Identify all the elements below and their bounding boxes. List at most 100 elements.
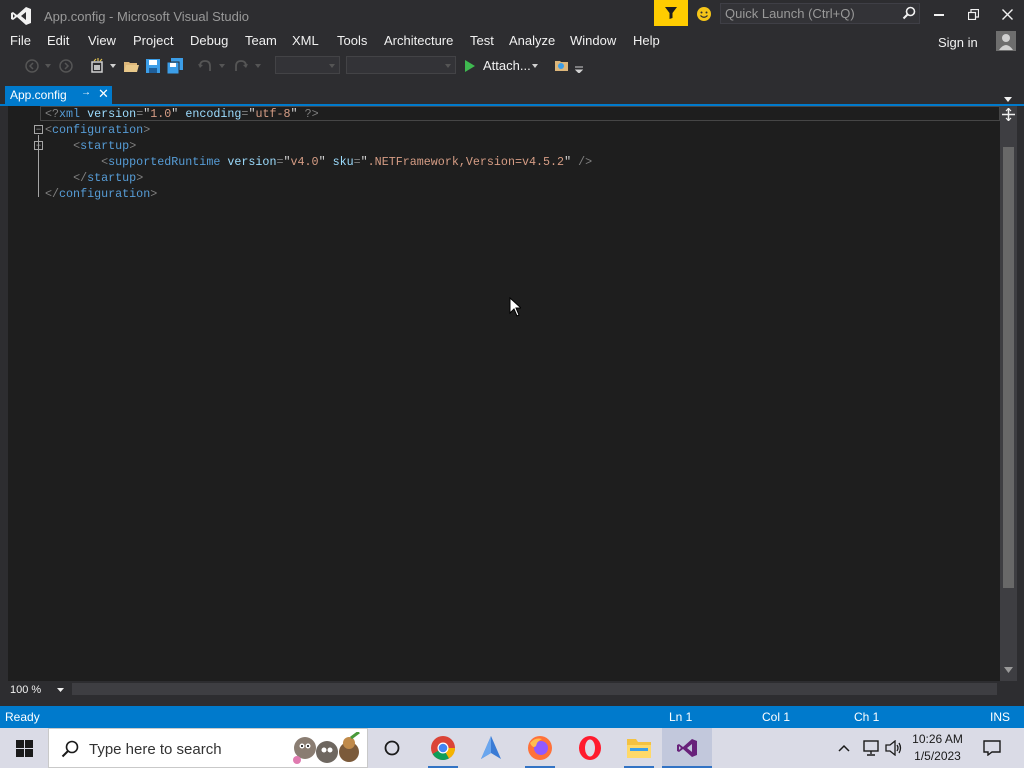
quick-launch-input[interactable] (721, 4, 899, 23)
code-token: ?> (304, 107, 319, 121)
menu-edit[interactable]: Edit (47, 33, 69, 48)
save-all-button[interactable] (166, 57, 184, 75)
menu-window[interactable]: Window (570, 33, 616, 48)
menu-view[interactable]: View (88, 33, 116, 48)
code-token: < (45, 123, 53, 137)
tab-app-config[interactable]: App.config → ✕ (5, 86, 112, 105)
volume-button[interactable] (883, 734, 905, 762)
pin-tab-icon[interactable]: → (81, 87, 91, 98)
sign-in-link[interactable]: Sign in (938, 35, 978, 50)
restore-button[interactable] (956, 0, 990, 28)
clock-date: 1/5/2023 (914, 749, 961, 763)
redo-dropdown[interactable] (253, 57, 263, 75)
menu-help[interactable]: Help (633, 33, 660, 48)
solution-configuration-select[interactable] (275, 56, 340, 74)
code-line: <configuration> (45, 122, 592, 138)
menu-xml[interactable]: XML (292, 33, 319, 48)
redo-button[interactable] (232, 57, 250, 75)
undo-button[interactable] (196, 57, 214, 75)
action-center-button[interactable] (979, 734, 1005, 762)
navigate-forward-button[interactable] (58, 57, 74, 75)
status-char: Ch 1 (854, 710, 880, 724)
network-status-button[interactable] (860, 734, 882, 762)
dropdown-arrow-icon (1004, 97, 1012, 102)
navigate-back-button[interactable] (24, 57, 40, 75)
taskbar-file-explorer[interactable] (624, 734, 654, 768)
taskbar-app-blue[interactable] (476, 734, 506, 762)
menu-team[interactable]: Team (245, 33, 277, 48)
back-dropdown[interactable] (43, 57, 53, 75)
task-view-button[interactable] (377, 734, 407, 762)
code-token: " (360, 155, 368, 169)
restore-icon (967, 8, 979, 20)
find-in-files-button[interactable] (553, 57, 571, 75)
toolbar-overflow-button[interactable] (574, 60, 584, 78)
code-token: v4.0 (290, 155, 319, 169)
code-token: sku (332, 155, 354, 169)
undo-dropdown[interactable] (217, 57, 227, 75)
menu-project[interactable]: Project (133, 33, 173, 48)
taskbar-opera[interactable] (575, 734, 605, 762)
menu-tools[interactable]: Tools (337, 33, 367, 48)
vertical-scroll-thumb[interactable] (1003, 147, 1014, 588)
tab-list-dropdown[interactable] (1004, 90, 1012, 105)
save-button[interactable] (144, 57, 162, 75)
notifications-filter-button[interactable] (654, 0, 688, 26)
menu-file[interactable]: File (10, 33, 31, 48)
menu-test[interactable]: Test (470, 33, 494, 48)
smiley-icon (697, 7, 711, 21)
document-tab-strip: App.config → ✕ (0, 86, 1024, 106)
collapse-configuration-icon[interactable]: − (34, 125, 43, 134)
new-project-button[interactable] (88, 57, 106, 75)
taskbar-search-box[interactable]: Type here to search (48, 728, 368, 768)
send-feedback-button[interactable] (694, 4, 714, 24)
status-line: Ln 1 (669, 710, 693, 724)
window-title: App.config - Microsoft Visual Studio (44, 9, 249, 24)
collapse-startup-icon[interactable]: − (34, 141, 43, 150)
horizontal-scrollbar[interactable] (72, 683, 997, 695)
taskbar-visual-studio[interactable] (662, 728, 712, 768)
start-debugging-button[interactable] (463, 57, 477, 75)
attach-button-label[interactable]: Attach... (483, 58, 531, 73)
solution-platform-select[interactable] (346, 56, 456, 74)
menu-analyze[interactable]: Analyze (509, 33, 555, 48)
status-insert-mode: INS (990, 710, 1011, 724)
start-button[interactable] (9, 734, 39, 762)
menu-architecture[interactable]: Architecture (384, 33, 453, 48)
code-token: <? (45, 107, 60, 121)
account-icon[interactable] (996, 31, 1016, 51)
quick-launch-box[interactable] (720, 3, 920, 24)
visual-studio-window: App.config - Microsoft Visual Studio Fil… (0, 0, 1024, 768)
code-token: configuration (59, 187, 151, 201)
visual-studio-logo-icon[interactable] (10, 6, 32, 26)
code-token: supportedRuntime (108, 155, 221, 169)
taskbar-firefox[interactable] (525, 734, 555, 768)
scroll-down-icon[interactable] (1004, 667, 1013, 673)
redo-icon (235, 60, 248, 71)
dropdown-arrow-icon (57, 688, 64, 692)
notification-icon (983, 740, 1001, 756)
taskbar-chrome[interactable] (428, 734, 458, 768)
attach-dropdown[interactable] (530, 57, 540, 75)
code-line: <?xml version="1.0" encoding="utf-8" ?> (45, 106, 592, 122)
new-project-dropdown[interactable] (108, 57, 118, 75)
code-token: version (227, 155, 277, 169)
code-token: </ (45, 187, 60, 201)
split-editor-icon[interactable] (1002, 108, 1015, 121)
close-window-button[interactable] (990, 0, 1024, 28)
status-ready: Ready (5, 710, 40, 724)
show-hidden-icons-button[interactable] (834, 734, 854, 762)
close-tab-icon[interactable]: ✕ (98, 86, 109, 102)
zoom-level-select[interactable]: 100 % (8, 683, 66, 697)
system-clock[interactable]: 10:26 AM 1/5/2023 (905, 731, 970, 765)
chevron-up-icon (838, 744, 850, 752)
menu-debug[interactable]: Debug (190, 33, 228, 48)
code-token: > (136, 171, 144, 185)
minimize-button[interactable] (922, 0, 956, 28)
find-in-files-icon (555, 61, 568, 71)
save-all-icon (167, 58, 183, 74)
open-folder-icon (124, 62, 139, 72)
tab-label: App.config (10, 88, 67, 102)
open-file-button[interactable] (122, 57, 140, 75)
network-icon (863, 740, 879, 756)
